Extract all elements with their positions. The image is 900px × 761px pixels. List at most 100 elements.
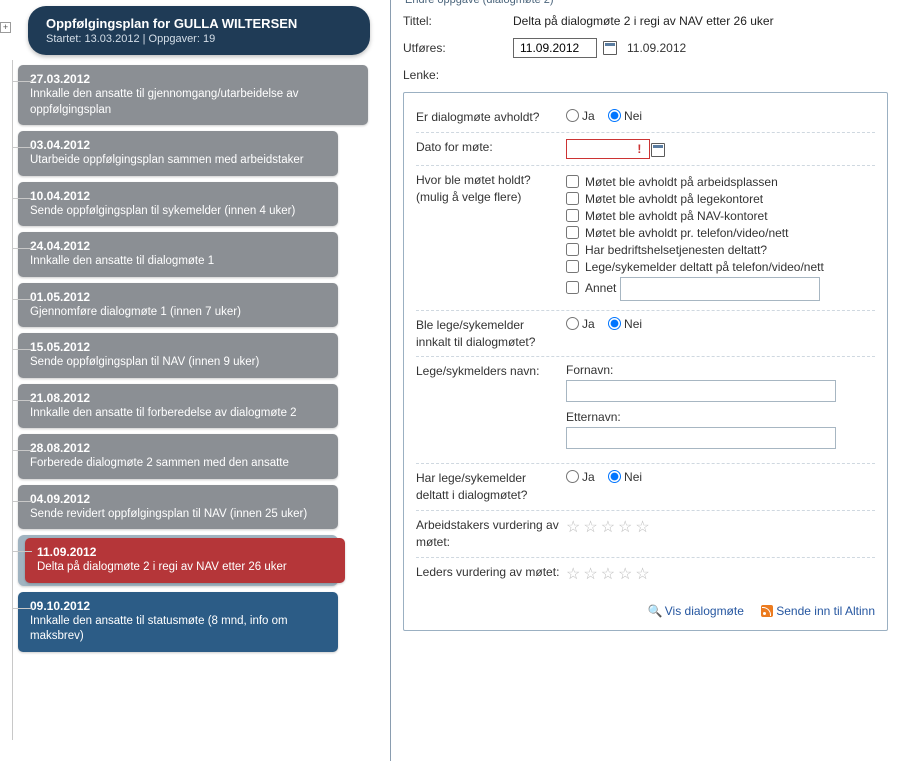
star-icon[interactable]: ☆: [601, 566, 615, 583]
plan-title: Oppfølgingsplan for GULLA WILTERSEN: [46, 16, 352, 31]
where-option[interactable]: Møtet ble avholdt på NAV-kontoret: [566, 209, 875, 223]
row-where: Hvor ble møtet holdt? (mulig å velge fle…: [416, 166, 875, 311]
timeline-connector: [12, 248, 32, 249]
where-option[interactable]: Møtet ble avholdt på legekontoret: [566, 192, 875, 206]
task-row: 28.08.2012Forberede dialogmøte 2 sammen …: [18, 434, 370, 479]
where-checkbox[interactable]: [566, 243, 579, 256]
lastname-input[interactable]: [566, 427, 836, 449]
where-option-label: Møtet ble avholdt på arbeidsplassen: [585, 175, 778, 189]
task-date: 03.04.2012: [30, 138, 326, 152]
where-checkbox[interactable]: [566, 226, 579, 239]
row-leader-rating: Leders vurdering av møtet: ☆☆☆☆☆: [416, 558, 875, 590]
where-other-input[interactable]: [620, 277, 820, 301]
task-card[interactable]: 10.04.2012Sende oppfølgingsplan til syke…: [18, 182, 338, 227]
where-checkbox[interactable]: [566, 192, 579, 205]
task-row: 15.05.2012Sende oppfølgingsplan til NAV …: [18, 333, 370, 378]
app-root: + Oppfølgingsplan for GULLA WILTERSEN St…: [0, 0, 900, 761]
label-execute: Utføres:: [403, 41, 513, 55]
task-card[interactable]: 21.08.2012Innkalle den ansatte til forbe…: [18, 384, 338, 429]
task-card[interactable]: 03.04.2012Utarbeide oppfølgingsplan samm…: [18, 131, 338, 176]
label-held: Er dialogmøte avholdt?: [416, 109, 566, 126]
task-date: 09.10.2012: [30, 599, 326, 613]
where-checkbox[interactable]: [566, 209, 579, 222]
firstname-input[interactable]: [566, 380, 836, 402]
doctor-attended-no[interactable]: Nei: [608, 470, 642, 484]
row-title: Tittel: Delta på dialogmøte 2 i regi av …: [403, 14, 888, 28]
star-icon[interactable]: ☆: [583, 519, 597, 536]
task-label: Delta på dialogmøte 2 i regi av NAV ette…: [37, 560, 333, 576]
execute-date-input[interactable]: [513, 38, 597, 58]
task-row: 11.09.2012Delta på dialogmøte 2 i regi a…: [18, 535, 370, 586]
task-row: 09.10.2012Innkalle den ansatte til statu…: [18, 592, 370, 652]
send-altinn-link[interactable]: Sende inn til Altinn: [761, 604, 875, 618]
row-employee-rating: Arbeidstakers vurdering av møtet: ☆☆☆☆☆: [416, 511, 875, 558]
where-option-other[interactable]: Annet: [566, 277, 875, 301]
star-icon[interactable]: ☆: [618, 519, 632, 536]
timeline-connector: [12, 450, 32, 451]
doctor-called-yes[interactable]: Ja: [566, 317, 595, 331]
where-checkbox[interactable]: [566, 281, 579, 294]
view-meeting-link[interactable]: Vis dialogmøte: [648, 604, 744, 618]
star-icon[interactable]: ☆: [583, 566, 597, 583]
task-card[interactable]: 24.04.2012Innkalle den ansatte til dialo…: [18, 232, 338, 277]
row-doctor-attended: Har lege/sykemelder deltatt i dialogmøte…: [416, 464, 875, 511]
task-label: Sende revidert oppfølgingsplan til NAV (…: [30, 507, 326, 523]
task-date: 01.05.2012: [30, 290, 326, 304]
star-icon[interactable]: ☆: [635, 519, 649, 536]
label-leader-rating: Leders vurdering av møtet:: [416, 564, 566, 584]
task-card[interactable]: 09.10.2012Innkalle den ansatte til statu…: [18, 592, 338, 652]
task-selected-wrap: 11.09.2012Delta på dialogmøte 2 i regi a…: [18, 535, 338, 586]
task-card[interactable]: 15.05.2012Sende oppfølgingsplan til NAV …: [18, 333, 338, 378]
task-card[interactable]: 01.05.2012Gjennomføre dialogmøte 1 (inne…: [18, 283, 338, 328]
where-option[interactable]: Lege/sykemelder deltatt på telefon/video…: [566, 260, 875, 274]
row-held: Er dialogmøte avholdt? Ja Nei: [416, 103, 875, 133]
held-yes[interactable]: Ja: [566, 109, 595, 123]
rss-icon: [761, 605, 773, 617]
label-meeting-date: Dato for møte:: [416, 139, 566, 159]
held-no[interactable]: Nei: [608, 109, 642, 123]
task-label: Innkalle den ansatte til statusmøte (8 m…: [30, 614, 326, 645]
leader-rating-stars[interactable]: ☆☆☆☆☆: [566, 564, 875, 584]
panel-legend: Endre oppgave (dialogmøte 2): [401, 0, 558, 6]
star-icon[interactable]: ☆: [618, 566, 632, 583]
label-firstname: Fornavn:: [566, 363, 613, 377]
star-icon[interactable]: ☆: [601, 519, 615, 536]
edit-task-panel: Endre oppgave (dialogmøte 2) Tittel: Del…: [390, 0, 900, 761]
task-label: Sende oppfølgingsplan til NAV (innen 9 u…: [30, 355, 326, 371]
task-label: Innkalle den ansatte til gjennomgang/uta…: [30, 87, 356, 118]
star-icon[interactable]: ☆: [635, 566, 649, 583]
row-doctor-called: Ble lege/sykemelder innkalt til dialogmø…: [416, 311, 875, 358]
task-date: 11.09.2012: [37, 545, 333, 559]
execute-date-text: 11.09.2012: [627, 41, 686, 55]
timeline-connector: [12, 551, 32, 552]
tree-expand-icon[interactable]: +: [0, 22, 11, 33]
where-checkbox[interactable]: [566, 175, 579, 188]
where-option[interactable]: Møtet ble avholdt på arbeidsplassen: [566, 175, 875, 189]
timeline-connector: [12, 198, 32, 199]
calendar-icon[interactable]: [603, 41, 617, 55]
task-card[interactable]: 27.03.2012Innkalle den ansatte til gjenn…: [18, 65, 368, 125]
task-card[interactable]: 04.09.2012Sende revidert oppfølgingsplan…: [18, 485, 338, 530]
task-card[interactable]: 28.08.2012Forberede dialogmøte 2 sammen …: [18, 434, 338, 479]
task-row: 24.04.2012Innkalle den ansatte til dialo…: [18, 232, 370, 277]
task-label: Forberede dialogmøte 2 sammen med den an…: [30, 456, 326, 472]
task-date: 27.03.2012: [30, 72, 356, 86]
doctor-called-no[interactable]: Nei: [608, 317, 642, 331]
where-checkbox[interactable]: [566, 260, 579, 273]
task-label: Gjennomføre dialogmøte 1 (innen 7 uker): [30, 305, 326, 321]
doctor-attended-yes[interactable]: Ja: [566, 470, 595, 484]
task-card[interactable]: 11.09.2012Delta på dialogmøte 2 i regi a…: [25, 538, 345, 583]
task-label: Innkalle den ansatte til forberedelse av…: [30, 406, 326, 422]
employee-rating-stars[interactable]: ☆☆☆☆☆: [566, 517, 875, 551]
calendar-icon[interactable]: [651, 143, 665, 157]
value-title: Delta på dialogmøte 2 i regi av NAV ette…: [513, 14, 774, 28]
where-option[interactable]: Har bedriftshelsetjenesten deltatt?: [566, 243, 875, 257]
star-icon[interactable]: ☆: [566, 566, 580, 583]
task-date: 21.08.2012: [30, 391, 326, 405]
star-icon[interactable]: ☆: [566, 519, 580, 536]
panel-footer-actions: Vis dialogmøte Sende inn til Altinn: [416, 604, 875, 618]
where-option[interactable]: Møtet ble avholdt pr. telefon/video/nett: [566, 226, 875, 240]
label-link: Lenke:: [403, 68, 513, 82]
task-row: 01.05.2012Gjennomføre dialogmøte 1 (inne…: [18, 283, 370, 328]
plan-header[interactable]: Oppfølgingsplan for GULLA WILTERSEN Star…: [28, 6, 370, 55]
